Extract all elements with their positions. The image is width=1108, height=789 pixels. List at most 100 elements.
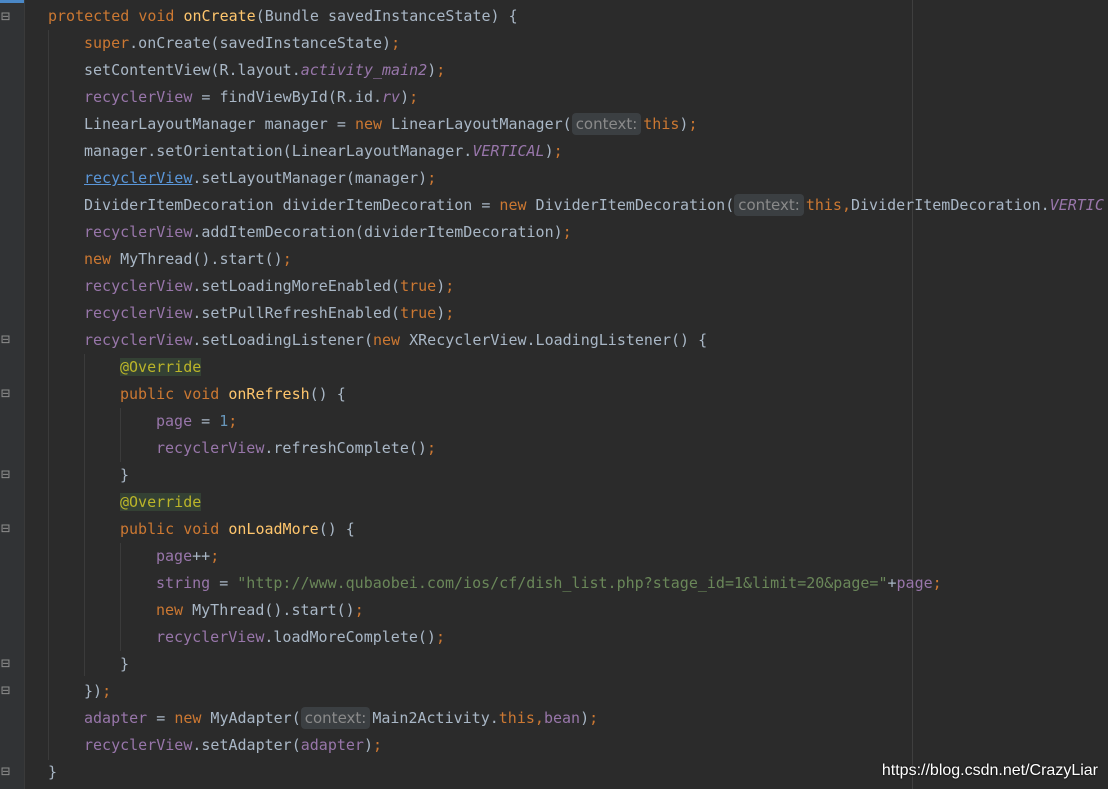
semicolon: ;	[373, 736, 383, 754]
semicolon: ;	[210, 547, 220, 565]
semicolon: ;	[932, 574, 942, 592]
keyword: void	[183, 520, 220, 538]
code-text: )	[400, 88, 410, 106]
code-line: recyclerView.refreshComplete();	[156, 435, 436, 462]
fold-icon[interactable]: ⊟	[1, 465, 11, 483]
code-line: recyclerView.setLayoutManager(manager);	[84, 165, 436, 192]
indent-guide	[48, 30, 49, 760]
code-text: =	[192, 412, 220, 430]
code-line: recyclerView = findViewById(R.id.rv);	[84, 84, 418, 111]
semicolon: ;	[436, 61, 446, 79]
keyword: new	[84, 250, 112, 268]
semicolon: ;	[445, 277, 455, 295]
code-text: .onCreate(savedInstanceState)	[129, 34, 392, 52]
keyword: void	[183, 385, 220, 403]
semicolon: ;	[427, 169, 437, 187]
fold-icon[interactable]: ⊟	[1, 762, 11, 780]
keyword: this,	[805, 196, 851, 214]
code-line: page = 1;	[156, 408, 237, 435]
code-text: .setAdapter(	[192, 736, 301, 754]
semicolon: ;	[553, 142, 563, 160]
indent-guide	[120, 543, 121, 651]
code-line: }	[120, 651, 129, 678]
watermark: https://blog.csdn.net/CrazyLiar	[881, 762, 1098, 779]
method-name: onRefresh	[228, 385, 310, 403]
code-text: =	[147, 709, 175, 727]
code-text: =	[210, 574, 238, 592]
field-name: page	[156, 412, 193, 430]
parameter-hint: context:	[571, 113, 642, 135]
code-text: }	[48, 763, 58, 781]
code-line: DividerItemDecoration dividerItemDecorat…	[84, 192, 1104, 219]
keyword: public	[120, 385, 175, 403]
code-text: LinearLayoutManager(	[382, 115, 572, 133]
field-name: recyclerView	[156, 628, 265, 646]
gutter-divider	[24, 0, 25, 789]
code-text: setContentView(R.layout.	[84, 61, 301, 79]
fold-icon[interactable]: ⊟	[1, 330, 11, 348]
field-name: recyclerView	[84, 331, 193, 349]
field-name-link[interactable]: recyclerView	[84, 169, 192, 187]
code-text: .loadMoreComplete()	[264, 628, 436, 646]
code-text: LinearLayoutManager manager =	[84, 115, 355, 133]
keyword: true	[400, 277, 437, 295]
field-name: recyclerView	[84, 88, 193, 106]
code-text: .addItemDecoration(dividerItemDecoration…	[192, 223, 563, 241]
code-text: )	[427, 61, 437, 79]
code-text: Main2Activity.	[372, 709, 499, 727]
code-line: @Override	[120, 354, 202, 381]
fold-icon[interactable]: ⊟	[1, 519, 11, 537]
scroll-indicator	[0, 0, 24, 3]
code-line: recyclerView.setAdapter(adapter);	[84, 732, 382, 759]
fold-icon[interactable]: ⊟	[1, 384, 11, 402]
code-text: manager.setOrientation(LinearLayoutManag…	[84, 142, 473, 160]
code-line: super.onCreate(savedInstanceState);	[84, 30, 400, 57]
field-name: bean	[543, 709, 581, 727]
semicolon: ;	[426, 439, 436, 457]
code-line: recyclerView.setLoadingListener(new XRec…	[84, 327, 707, 354]
code-text: )	[580, 709, 590, 727]
code-line: recyclerView.setPullRefreshEnabled(true)…	[84, 300, 454, 327]
code-line: });	[84, 678, 111, 705]
code-text: .setLoadingMoreEnabled(	[192, 277, 401, 295]
field-name: recyclerView	[156, 439, 265, 457]
semicolon: ;	[102, 682, 112, 700]
field-name: string	[156, 574, 211, 592]
method-name: onCreate	[183, 7, 256, 25]
keyword: new	[354, 115, 383, 133]
code-line: @Override	[120, 489, 202, 516]
code-text: .setLayoutManager(manager)	[192, 169, 428, 187]
code-text: XRecyclerView.LoadingListener() {	[400, 331, 708, 349]
string-literal: "http://www.qubaobei.com/ios/cf/dish_lis…	[237, 574, 888, 592]
code-line: adapter = new MyAdapter(context: Main2Act…	[84, 705, 598, 732]
semicolon: ;	[688, 115, 698, 133]
keyword: new	[174, 709, 202, 727]
keyword: new	[499, 196, 527, 214]
semicolon: ;	[282, 250, 292, 268]
keyword: new	[156, 601, 184, 619]
code-line: }	[120, 462, 129, 489]
code-text: DividerItemDecoration dividerItemDecorat…	[84, 196, 500, 214]
code-text: MyThread().start()	[183, 601, 355, 619]
code-text: )	[436, 277, 446, 295]
fold-icon[interactable]: ⊟	[1, 654, 11, 672]
code-line: setContentView(R.layout.activity_main2);	[84, 57, 445, 84]
code-text: () {	[318, 520, 355, 538]
keyword: super	[84, 34, 130, 52]
fold-icon[interactable]: ⊟	[1, 681, 11, 699]
number-literal: 1	[219, 412, 229, 430]
indent-guide	[120, 408, 121, 462]
code-text: )	[544, 142, 554, 160]
code-text: })	[84, 682, 103, 700]
keyword: protected	[48, 7, 130, 25]
field-name: adapter	[84, 709, 148, 727]
code-text: = findViewById(R.id.	[192, 88, 383, 106]
semicolon: ;	[391, 34, 401, 52]
fold-icon[interactable]: ⊟	[1, 7, 11, 25]
keyword: this,	[498, 709, 544, 727]
keyword: public	[120, 520, 175, 538]
parameter-hint: context:	[300, 707, 371, 729]
code-text: ++	[192, 547, 211, 565]
code-text: }	[120, 655, 130, 673]
semicolon: ;	[409, 88, 419, 106]
